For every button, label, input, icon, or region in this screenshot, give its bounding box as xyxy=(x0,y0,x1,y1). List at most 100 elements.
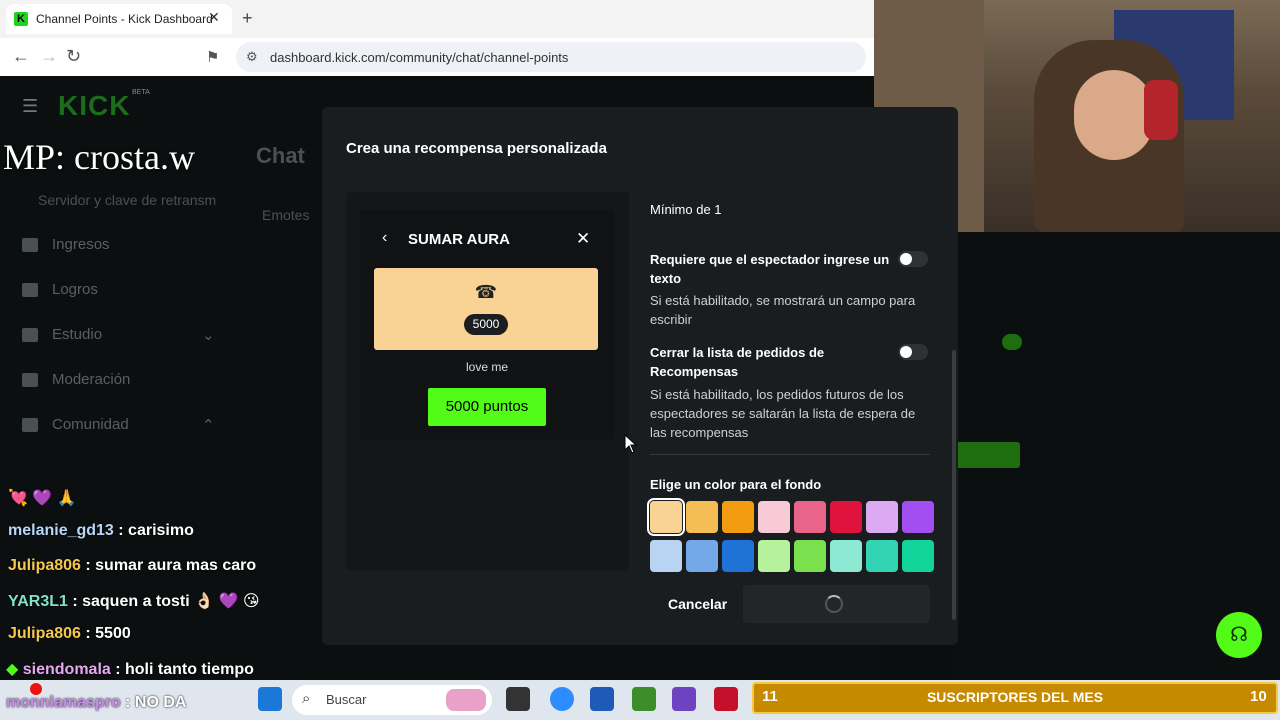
browser-toolbar: ← → ↻ ⚑ ⚙ dashboard.kick.com/community/c… xyxy=(0,38,874,77)
color-swatch[interactable] xyxy=(902,540,934,572)
color-swatch[interactable] xyxy=(647,498,685,536)
word-icon[interactable] xyxy=(590,687,614,711)
min-label: Mínimo de 1 xyxy=(650,202,722,217)
tab-close-icon[interactable]: ✕ xyxy=(208,9,220,26)
browser-window: K Channel Points - Kick Dashboard ✕ + ← … xyxy=(0,0,874,77)
zoom-icon[interactable] xyxy=(550,687,574,711)
color-swatch[interactable] xyxy=(722,540,754,572)
file-explorer-icon[interactable] xyxy=(506,687,530,711)
face xyxy=(1074,70,1154,160)
toggle-switch[interactable] xyxy=(1002,334,1022,350)
sidebar-item-ingresos[interactable]: Ingresos xyxy=(22,236,110,253)
achievements-icon xyxy=(22,283,38,298)
color-swatch[interactable] xyxy=(902,501,934,533)
color-swatch[interactable] xyxy=(758,540,790,572)
studio-icon xyxy=(22,328,38,343)
sidebar-item-estudio[interactable]: Estudio ⌄ xyxy=(22,326,215,344)
chat-message: : saquen a tosti 👌🏻 💜 😘 xyxy=(67,593,260,610)
reward-title: SUMAR AURA xyxy=(408,231,510,248)
color-swatch[interactable] xyxy=(866,501,898,533)
menu-icon[interactable]: ☰ xyxy=(22,96,38,117)
kick-logo[interactable]: KICK xyxy=(58,90,130,122)
search-placeholder: Buscar xyxy=(326,692,367,707)
chat-username: melanie_gd13 xyxy=(8,522,114,539)
headset xyxy=(1144,80,1178,140)
divider xyxy=(650,454,930,455)
forward-icon[interactable]: → xyxy=(40,46,58,67)
reload-icon[interactable]: ↻ xyxy=(66,46,81,67)
back-icon[interactable]: ← xyxy=(12,46,30,67)
chat-line: Julipa806 : 5500 xyxy=(8,625,131,643)
color-picker-title: Elige un color para el fondo xyxy=(650,477,822,492)
stream-overlay-text: MP: crosta.w xyxy=(3,137,195,177)
chat-username: siendomala xyxy=(22,661,111,678)
taskbar-search[interactable]: ⌕ Buscar xyxy=(292,685,492,715)
sidebar-item-moderacion[interactable]: Moderación xyxy=(22,371,130,388)
color-swatch[interactable] xyxy=(866,540,898,572)
require-text-desc: Si está habilitado, se mostrará un campo… xyxy=(650,293,916,327)
color-swatch[interactable] xyxy=(794,540,826,572)
reward-description: love me xyxy=(465,360,509,374)
redeem-points-button[interactable]: 5000 puntos xyxy=(428,388,546,426)
address-bar[interactable]: ⚙ dashboard.kick.com/community/chat/chan… xyxy=(236,42,866,72)
chevron-up-icon: ⌃ xyxy=(202,417,215,434)
close-queue-toggle[interactable] xyxy=(898,344,928,360)
chat-message: : NO DA xyxy=(120,694,187,711)
chat-username: monnlamaspro xyxy=(6,694,121,711)
chat-line: YAR3L1 : saquen a tosti 👌🏻 💜 😘 xyxy=(8,591,260,611)
office-icon[interactable] xyxy=(672,687,696,711)
chat-username: YAR3L1 xyxy=(8,593,68,610)
browser-tab[interactable]: K Channel Points - Kick Dashboard ✕ xyxy=(6,4,232,34)
chat-message: : sumar aura mas caro xyxy=(80,557,257,574)
color-swatch[interactable] xyxy=(686,501,718,533)
adobe-icon[interactable] xyxy=(714,687,738,711)
site-info-icon[interactable]: ⚙ xyxy=(246,49,258,65)
beta-badge: BETA xyxy=(132,89,150,96)
chat-line: Julipa806 : sumar aura mas caro xyxy=(8,557,256,575)
moderation-icon xyxy=(22,373,38,388)
revenue-icon xyxy=(22,238,38,253)
subs-banner-title: SUSCRIPTORES DEL MES xyxy=(926,689,1104,705)
chevron-left-icon[interactable]: ‹ xyxy=(382,229,387,247)
subs-right-count: 10 xyxy=(1250,688,1267,705)
color-swatch[interactable] xyxy=(830,501,862,533)
diamond-icon: ◆ xyxy=(6,661,23,678)
color-swatch[interactable] xyxy=(830,540,862,572)
tab-title: Channel Points - Kick Dashboard xyxy=(36,12,213,26)
chevron-down-icon: ⌄ xyxy=(202,327,215,344)
chat-line: ◆ siendomala : holi tanto tiempo xyxy=(6,659,254,679)
bookmark-icon[interactable]: ⚑ xyxy=(206,48,219,66)
color-swatch[interactable] xyxy=(686,540,718,572)
support-chat-icon[interactable]: ☊ xyxy=(1216,612,1262,658)
new-tab-button[interactable]: + xyxy=(242,8,253,29)
add-button-dim[interactable] xyxy=(956,442,1020,468)
tab-emotes[interactable]: Emotes xyxy=(262,207,309,223)
chat-message: : carisimo xyxy=(113,522,194,539)
sidebar-item-comunidad[interactable]: Comunidad ⌃ xyxy=(22,416,215,434)
color-swatch[interactable] xyxy=(650,540,682,572)
chat-line: melanie_gd13 : carisimo xyxy=(8,522,194,540)
close-queue-title: Cerrar la lista de pedidos de Recompensa… xyxy=(650,345,825,379)
minecraft-icon[interactable] xyxy=(632,687,656,711)
sidebar-item-server-key[interactable]: Servidor y clave de retransm xyxy=(38,192,216,208)
modal-scrollbar[interactable] xyxy=(952,350,956,620)
close-queue-desc: Si está habilitado, los pedidos futuros … xyxy=(650,387,916,440)
cancel-button[interactable]: Cancelar xyxy=(668,596,727,612)
color-swatch[interactable] xyxy=(722,501,754,533)
windows-start-icon[interactable] xyxy=(258,687,282,711)
close-icon[interactable]: ✕ xyxy=(576,229,590,249)
community-icon xyxy=(22,418,38,433)
modal-title: Crea una recompensa personalizada xyxy=(346,140,607,157)
require-text-toggle[interactable] xyxy=(898,251,928,267)
subs-of-month-banner: SUSCRIPTORES DEL MES 11 10 xyxy=(752,682,1278,714)
chat-username: Julipa806 xyxy=(8,557,81,574)
color-swatch[interactable] xyxy=(794,501,826,533)
chat-username: Julipa806 xyxy=(8,625,81,642)
require-text-title: Requiere que el espectador ingrese un te… xyxy=(650,252,890,286)
search-icon: ⌕ xyxy=(302,690,311,707)
color-swatch[interactable] xyxy=(758,501,790,533)
page-title: Chat xyxy=(256,143,305,168)
sidebar-item-logros[interactable]: Logros xyxy=(22,281,98,298)
create-reward-button[interactable] xyxy=(743,585,930,623)
reward-color-box: ☎ 5000 xyxy=(374,268,598,350)
